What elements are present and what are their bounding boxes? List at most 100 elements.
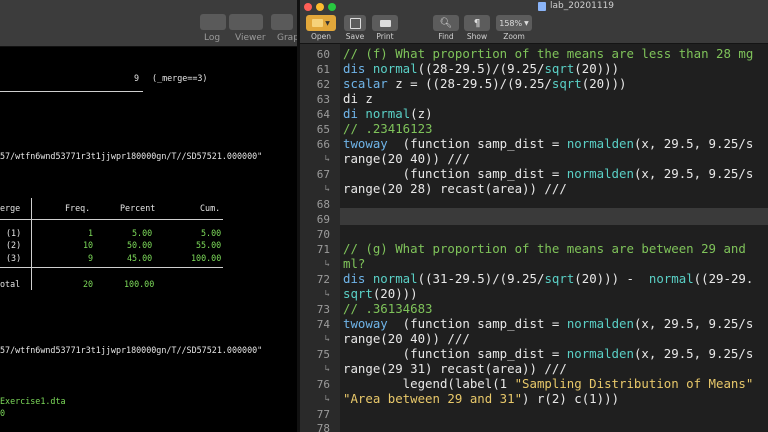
find-label: Find [438, 32, 454, 41]
search-icon: 🔍︎ [439, 17, 453, 29]
token: dis [343, 61, 373, 76]
pilcrow-icon: ¶ [473, 17, 481, 29]
token: (x, 29.5, 9.25/s [633, 316, 754, 331]
show-button[interactable]: ¶ [464, 15, 490, 31]
open-label: Open [310, 32, 332, 41]
token: (x, 29.5, 9.25/s [633, 346, 754, 361]
wrap-arrow-icon: ↳ [324, 289, 330, 299]
token: twoway [343, 316, 388, 331]
code-line: // .23416123 [343, 121, 433, 136]
zoom-label: Zoom [503, 32, 525, 41]
merge-note: (_merge==3) [152, 73, 208, 83]
token: normal [372, 271, 418, 286]
zero-value: 0 [0, 408, 6, 418]
table-rule [0, 219, 223, 220]
token: sqrt [544, 61, 575, 76]
code-line: // (f) What proportion of the means are … [343, 46, 754, 61]
line-number: 70 [316, 228, 330, 241]
line-number: 65 [316, 123, 330, 136]
table-divider [31, 198, 32, 290]
token: (20))) - [574, 271, 649, 286]
line-number: 74 [316, 318, 330, 331]
code-line: dis normal((28-29.5)/(9.25/sqrt(20))) [343, 61, 619, 76]
line-number-gutter: 60 61 62 63 64 65 66 ↳ 67 ↳ 68 69 70 71 … [300, 44, 340, 432]
row-percent: 5.00 [132, 228, 153, 238]
zoom-select[interactable]: 158% ▼ [496, 15, 532, 31]
code-line-wrap: range(29 31) recast(area)) /// [343, 361, 567, 376]
zoom-value: 158% [499, 18, 523, 28]
close-button[interactable] [304, 3, 312, 11]
row-cum: 100.00 [191, 253, 222, 263]
token: normal [365, 106, 411, 121]
code-line-wrap: range(20 28) recast(area)) /// [343, 181, 567, 196]
line-number: 67 [316, 168, 330, 181]
folder-icon [312, 19, 324, 27]
editor-toolbar: ▼ Open Save Print 🔍︎ Find ¶ Show 158% ▼ … [300, 13, 768, 44]
code-line: twoway (function samp_dist = normalden(x… [343, 136, 753, 151]
line-number: 69 [316, 213, 330, 226]
code-line: legend(label(1 "Sampling Distribution of… [343, 376, 754, 391]
row-label: (1) [6, 228, 22, 238]
line-number: 66 [316, 138, 330, 151]
token: (20))) [581, 76, 627, 91]
token: normalden [566, 166, 634, 181]
open-button[interactable]: ▼ [306, 15, 336, 31]
temp-path: 57/wtfn6wnd53771r3t1jjwpr180000gn/T//SD5… [0, 151, 263, 161]
line-number: 62 [316, 78, 330, 91]
token: di [343, 106, 366, 121]
line-number: 77 [316, 408, 330, 421]
row-freq: 1 [88, 228, 94, 238]
minimize-button[interactable] [316, 3, 324, 11]
table-header-cum: Cum. [200, 203, 221, 213]
viewer-button[interactable] [229, 14, 263, 30]
token: sqrt [544, 271, 575, 286]
code-line: di z [343, 91, 373, 106]
wrap-arrow-icon: ↳ [324, 184, 330, 194]
line-number: 72 [316, 273, 330, 286]
token: normalden [566, 346, 634, 361]
log-button[interactable] [200, 14, 226, 30]
code-line: di normal(z) [343, 106, 433, 121]
token: (x, 29.5, 9.25/s [633, 136, 754, 151]
row-percent: 50.00 [127, 240, 153, 250]
line-number: 63 [316, 93, 330, 106]
row-label: (2) [6, 240, 22, 250]
total-percent: 100.00 [124, 279, 155, 289]
save-button[interactable] [344, 15, 366, 31]
code-line: (function samp_dist = normalden(x, 29.5,… [343, 166, 754, 181]
token: (function samp_dist = [343, 346, 567, 361]
row-label: (3) [6, 253, 22, 263]
dataset-file[interactable]: Exercise1.dta [0, 396, 66, 406]
find-button[interactable]: 🔍︎ [433, 15, 459, 31]
print-label: Print [376, 32, 394, 41]
line-number: 76 [316, 378, 330, 391]
token: twoway [343, 136, 388, 151]
document-icon [538, 2, 546, 11]
code-line: dis normal((31-29.5)/(9.25/sqrt(20))) - … [343, 271, 753, 286]
token: ) r(2) c(1))) [522, 391, 620, 406]
token: ((29-29. [693, 271, 754, 286]
print-button[interactable] [372, 15, 398, 31]
zoom-button[interactable] [328, 3, 336, 11]
line-number: 78 [316, 422, 330, 432]
token: (function samp_dist = [387, 136, 567, 151]
line-number: 68 [316, 198, 330, 211]
merge-count: 9 [134, 73, 140, 83]
wrap-arrow-icon: ↳ [324, 259, 330, 269]
code-line-wrap: sqrt(20))) [343, 286, 418, 301]
token: z = ((28-29.5)/(9.25/ [387, 76, 552, 91]
code-area[interactable]: // (f) What proportion of the means are … [343, 44, 768, 432]
line-number: 60 [316, 48, 330, 61]
code-line-wrap: ml? [343, 256, 366, 271]
code-line: (function samp_dist = normalden(x, 29.5,… [343, 346, 754, 361]
token: legend(label(1 [343, 376, 515, 391]
wrap-arrow-icon: ↳ [324, 394, 330, 404]
window-title: lab_20201119 [550, 1, 615, 11]
code-line: // (g) What proportion of the means are … [343, 241, 746, 256]
total-freq: 20 [83, 279, 94, 289]
token: (function samp_dist = [387, 316, 567, 331]
save-label: Save [345, 32, 365, 41]
table-header-freq: Freq. [65, 203, 91, 213]
token: ((31-29.5)/(9.25/ [417, 271, 545, 286]
graph-button[interactable] [271, 14, 293, 30]
